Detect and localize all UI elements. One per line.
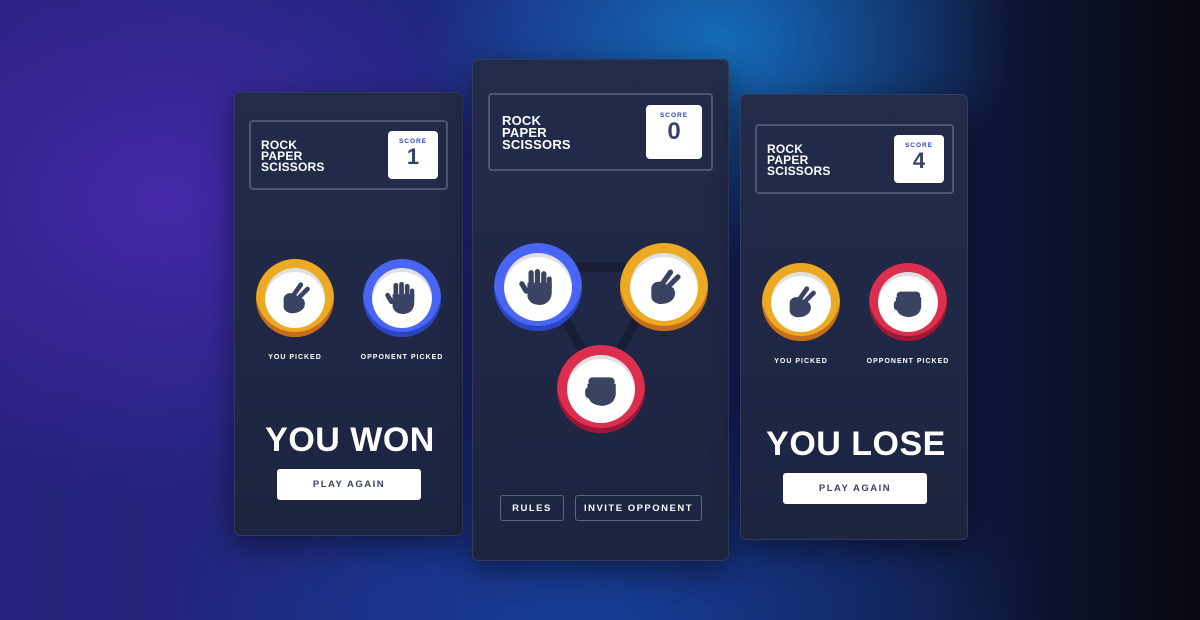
opponent-picked-paper-token: [363, 259, 441, 337]
you-picked-scissors-token: [762, 263, 840, 341]
game-title: ROCK PAPER SCISSORS: [261, 138, 325, 174]
rules-button[interactable]: RULES: [500, 495, 564, 521]
scissors-icon: [283, 281, 311, 314]
choose-card: ROCK PAPER SCISSORS SCORE 0 RULES INVITE…: [472, 59, 729, 561]
play-again-button[interactable]: PLAY AGAIN: [277, 469, 421, 500]
game-title: ROCK PAPER SCISSORS: [767, 142, 831, 178]
scissors-choice-button[interactable]: [620, 243, 708, 331]
invite-opponent-button[interactable]: INVITE OPPONENT: [575, 495, 702, 521]
score-box: SCORE 1: [388, 131, 438, 179]
scissors-icon: [651, 268, 682, 305]
paper-icon: [385, 281, 415, 315]
result-card-won: ROCK PAPER SCISSORS SCORE 1 YOU PICKED O…: [234, 92, 463, 536]
opponent-picked-rock-token: [869, 263, 947, 341]
rock-choice-button[interactable]: [557, 345, 645, 433]
rock-icon: [585, 377, 616, 406]
score-label: SCORE: [398, 138, 428, 145]
score-value: 4: [912, 148, 926, 173]
you-picked-label: YOU PICKED: [268, 354, 322, 361]
opponent-picked-label: OPPONENT PICKED: [360, 354, 444, 361]
result-text: YOU LOSE: [766, 425, 946, 463]
scissors-icon: [789, 285, 817, 318]
game-header: ROCK PAPER SCISSORS SCORE 1: [249, 120, 448, 190]
you-picked-label: YOU PICKED: [774, 358, 828, 365]
score-box: SCORE 4: [894, 135, 944, 183]
result-text: YOU WON: [265, 421, 435, 459]
you-picked-scissors-token: [256, 259, 334, 337]
score-value: 1: [406, 144, 420, 169]
paper-choice-button[interactable]: [494, 243, 582, 331]
rock-icon: [893, 291, 922, 318]
opponent-picked-label: OPPONENT PICKED: [866, 358, 950, 365]
score-label: SCORE: [904, 142, 934, 149]
paper-icon: [519, 269, 552, 305]
result-card-lose: ROCK PAPER SCISSORS SCORE 4 YOU PICKED O…: [740, 94, 968, 540]
play-again-button[interactable]: PLAY AGAIN: [783, 473, 927, 504]
game-header: ROCK PAPER SCISSORS SCORE 4: [755, 124, 954, 194]
